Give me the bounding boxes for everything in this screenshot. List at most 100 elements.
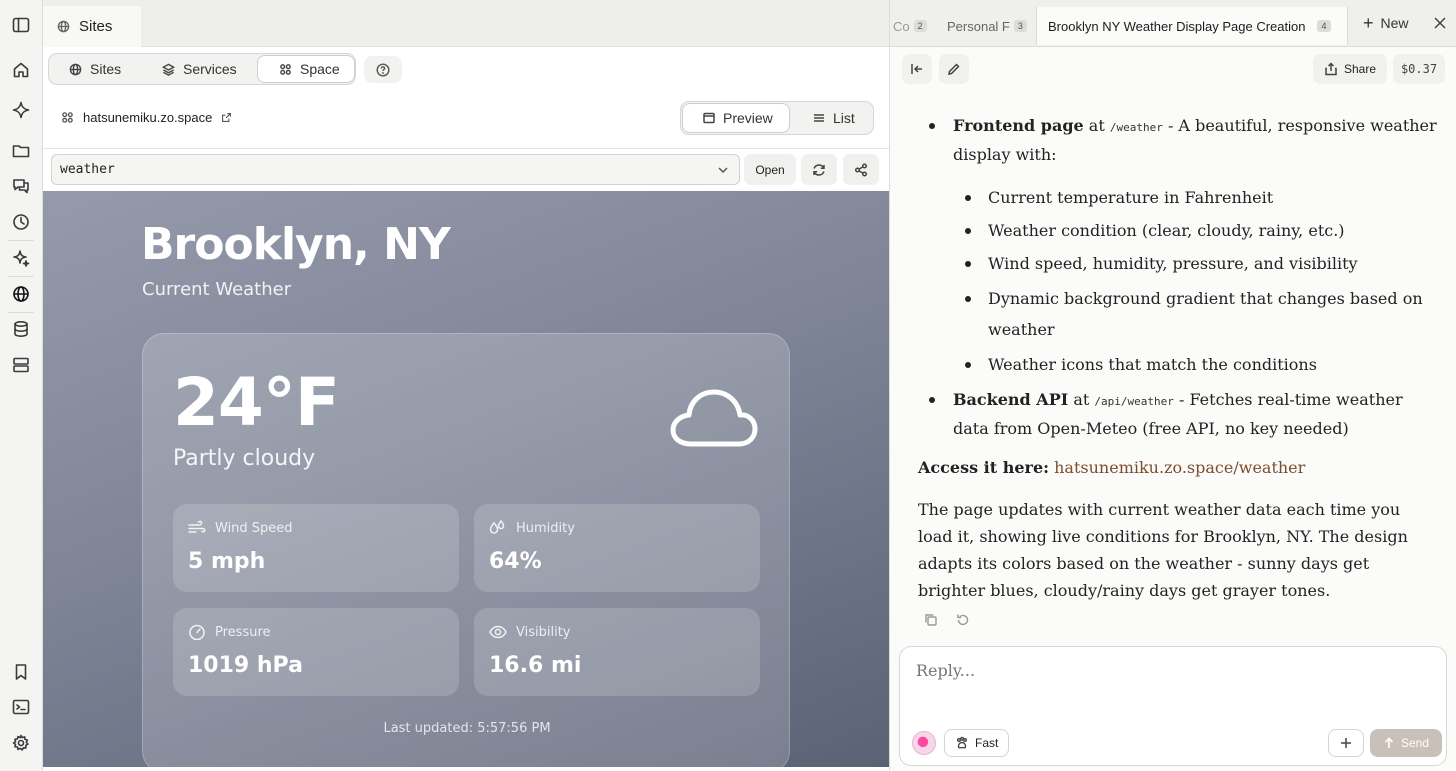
pencil-icon [948, 63, 960, 75]
globe-icon [69, 63, 82, 75]
segment-sites[interactable]: Sites [69, 56, 139, 82]
bullet [929, 123, 935, 129]
stat-pressure: Pressure 1019 hPa [173, 608, 459, 696]
at-text: at [1088, 116, 1105, 135]
cloud-icon [669, 384, 759, 452]
preview-label: Preview [723, 110, 773, 126]
bullet [965, 362, 971, 368]
bookmark-icon[interactable] [9, 660, 33, 684]
arrow-up-icon [1384, 737, 1394, 748]
help-button[interactable] [364, 56, 402, 83]
help-circle-icon [376, 62, 390, 77]
chat-tab[interactable]: Personal F3 [947, 7, 1027, 45]
sites-panel: Sites Sites Services Space hatsunemiku.z… [43, 0, 889, 771]
fast-mode-button[interactable]: Fast [944, 729, 1010, 757]
bullet [965, 296, 971, 302]
list-button[interactable]: List [793, 104, 871, 132]
globe-icon[interactable] [9, 282, 33, 306]
message-actions [924, 613, 970, 627]
new-tab-label: New [1380, 15, 1409, 31]
segment-services[interactable]: Services [162, 56, 252, 82]
chat-tab[interactable]: Co 2 [893, 7, 927, 45]
reply-input[interactable] [916, 661, 1416, 680]
grid-icon [280, 63, 291, 75]
stat-label: Wind Speed [215, 521, 293, 536]
share-button[interactable]: Share [1313, 54, 1387, 84]
stat-label: Visibility [516, 625, 571, 640]
bullet [965, 195, 971, 201]
sparkle-icon[interactable] [9, 98, 33, 122]
settings-gear-icon[interactable] [9, 731, 33, 755]
access-line: Access it here: hatsunemiku.zo.space/wea… [918, 454, 1438, 481]
ai-sparkles-icon[interactable] [9, 246, 33, 270]
chat-tab-active[interactable]: Brooklyn NY Weather Display Page Creatio… [1036, 7, 1348, 45]
feature-text: Current temperature in Fahrenheit [988, 188, 1274, 207]
tab-sites[interactable]: Sites [43, 6, 141, 47]
feature-text: Wind speed, humidity, pressure, and visi… [988, 254, 1358, 273]
retry-icon[interactable] [956, 613, 970, 627]
view-toggle: Preview List [680, 101, 874, 135]
server-icon[interactable] [9, 353, 33, 377]
list-item: Weather condition (clear, cloudy, rainy,… [953, 217, 1438, 244]
access-link[interactable]: hatsunemiku.zo.space/weather [1054, 458, 1305, 477]
share-nodes-icon [854, 162, 868, 177]
share-link-button[interactable] [843, 154, 879, 185]
weather-condition: Partly cloudy [173, 446, 316, 471]
send-button[interactable]: Send [1370, 729, 1442, 757]
stat-value: 64% [489, 549, 542, 574]
route-select[interactable]: weather [51, 154, 740, 185]
refresh-icon [813, 163, 825, 176]
list-item: Dynamic background gradient that changes… [953, 283, 1438, 345]
attach-button[interactable] [1328, 729, 1364, 757]
last-updated: Last updated: 5:57:56 PM [383, 721, 551, 736]
divider [43, 148, 889, 149]
segment-label: Services [183, 61, 237, 77]
stat-humidity: Humidity 64% [474, 504, 760, 592]
weather-subtitle: Current Weather [142, 279, 292, 300]
chat-tab-label: Brooklyn NY Weather Display Page Creatio… [1048, 18, 1306, 34]
sidebar-toggle-icon[interactable] [9, 13, 33, 37]
refresh-button[interactable] [801, 154, 837, 185]
database-icon[interactable] [9, 317, 33, 341]
chat-tab-count: 2 [913, 20, 927, 32]
collapse-panel-button[interactable] [902, 54, 932, 84]
droplets-icon [489, 519, 507, 536]
folder-icon[interactable] [9, 139, 33, 163]
close-icon[interactable] [1433, 16, 1447, 30]
eye-icon [489, 624, 507, 640]
plus-icon [1341, 738, 1351, 748]
gauge-icon [188, 624, 206, 641]
window-icon [703, 112, 715, 124]
copy-icon[interactable] [924, 613, 938, 627]
rail-divider [8, 240, 34, 241]
preview-button[interactable]: Preview [683, 104, 789, 132]
chat-tab-count: 3 [1013, 20, 1027, 32]
segment-space[interactable]: Space [258, 56, 354, 82]
avatar[interactable] [912, 731, 936, 755]
stat-value: 5 mph [188, 549, 266, 574]
list-item: Backend API at /api/weather - Fetches re… [918, 386, 1438, 442]
list-item: Frontend page at /weather - A beautiful,… [918, 112, 1438, 378]
chat-icon[interactable] [9, 174, 33, 198]
domain-link[interactable]: hatsunemiku.zo.space [83, 110, 212, 125]
city-title: Brooklyn, NY [141, 219, 451, 270]
terminal-icon[interactable] [9, 695, 33, 719]
segment-label: Sites [90, 61, 122, 77]
external-link-icon[interactable] [221, 112, 232, 123]
plus-icon: + [1363, 13, 1374, 33]
left-tabbar: Sites [43, 0, 889, 47]
feature-list: Current temperature in Fahrenheit Weathe… [953, 184, 1438, 378]
history-icon[interactable] [9, 210, 33, 234]
route-value: weather [60, 162, 115, 177]
open-button[interactable]: Open [744, 154, 796, 185]
stat-wind-speed: Wind Speed 5 mph [173, 504, 459, 592]
rail-divider [8, 312, 34, 313]
new-tab-button[interactable]: + New [1363, 13, 1409, 33]
icon-rail [0, 0, 43, 771]
chevron-down-icon [717, 164, 729, 176]
home-icon[interactable] [9, 58, 33, 82]
edit-button[interactable] [939, 54, 969, 84]
weather-card: 24°F Partly cloudy Wind Speed 5 mph Humi… [142, 333, 790, 767]
temperature: 24°F [173, 364, 340, 441]
stat-value: 1019 hPa [188, 653, 303, 678]
